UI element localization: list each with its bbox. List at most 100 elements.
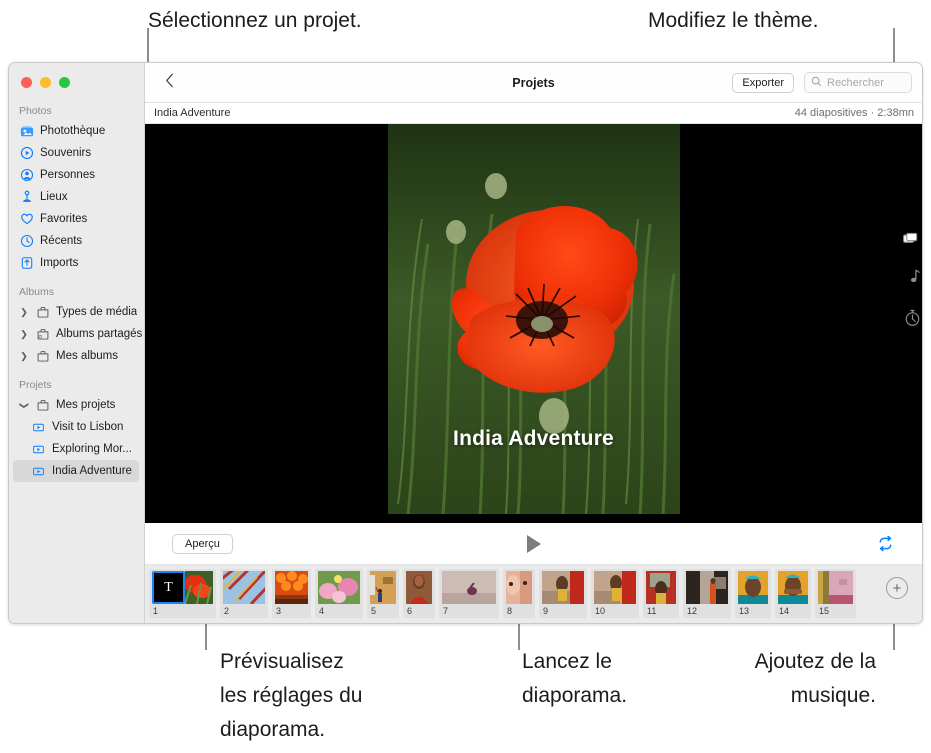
folder-icon [35,349,50,364]
sidebar-item-my-projects[interactable]: ❯ Mes projets [9,394,144,416]
sidebar-item-label: Favorites [40,213,87,225]
slide-number: 14 [778,604,808,618]
slide-number: 7 [442,604,496,618]
slide-thumb[interactable] [829,571,853,604]
sidebar-item-india-adventure[interactable]: India Adventure [13,460,139,482]
photos-app-window: Photos Photothèque Souvenirs Personnes L… [8,62,923,624]
slide-number: 3 [275,604,308,618]
toolbar-right-group: Exporter [732,72,922,93]
main-content: Projets Exporter India Adventure 44 diap… [145,63,922,623]
sidebar-section-photos: Photos [9,100,144,120]
list-item[interactable]: 11 [643,569,679,618]
slide-thumb[interactable] [406,571,432,604]
slide-thumb[interactable] [542,571,584,604]
list-item[interactable]: 3 [272,569,311,618]
sidebar-item-label: Mes albums [56,350,118,362]
sidebar-item-shared-albums[interactable]: ❯ Albums partagés [9,323,144,345]
sidebar-item-label: Imports [40,257,78,269]
sidebar-item-imports[interactable]: Imports [9,252,144,274]
export-button[interactable]: Exporter [732,73,794,93]
sidebar-item-recents[interactable]: Récents [9,230,144,252]
chevron-down-icon[interactable]: ❯ [19,400,30,410]
title-slide-thumb[interactable]: T [152,571,185,604]
play-icon[interactable] [527,535,541,553]
sidebar-item-favorites[interactable]: Favorites [9,208,144,230]
slide-thumb[interactable] [506,571,532,604]
zoom-button[interactable] [59,77,70,88]
slide-thumb[interactable] [185,571,213,604]
slideshow-preview[interactable]: India Adventure [145,124,922,523]
list-item[interactable]: 2 [220,569,268,618]
list-item[interactable]: 7 [439,569,499,618]
list-item[interactable]: 14 [775,569,811,618]
callout-start-slideshow: Lancez le diaporama. [522,645,627,713]
list-item[interactable]: 5 [367,569,399,618]
slide-thumb[interactable] [778,571,808,604]
sidebar-item-media-types[interactable]: ❯ Types de média [9,301,144,323]
sidebar-item-my-albums[interactable]: ❯ Mes albums [9,345,144,367]
slide-thumb[interactable] [646,571,676,604]
minimize-button[interactable] [40,77,51,88]
chevron-right-icon[interactable]: ❯ [19,351,29,362]
slide-thumb[interactable] [223,571,265,604]
slide-thumb[interactable] [442,571,496,604]
sidebar-item-photo-library[interactable]: Photothèque [9,120,144,142]
close-button[interactable] [21,77,32,88]
sidebar-item-label: Récents [40,235,82,247]
places-pin-icon [19,190,34,205]
sidebar-item-places[interactable]: Lieux [9,186,144,208]
title-slide-glyph: T [164,580,173,596]
sidebar-item-label: Visit to Lisbon [52,421,123,433]
music-note-icon[interactable] [905,269,920,291]
repeat-icon[interactable] [877,535,894,552]
list-item[interactable]: 6 [403,569,435,618]
import-icon [19,256,34,271]
filmstrip[interactable]: T 1 2 3 [145,565,922,623]
list-item[interactable]: 13 [735,569,771,618]
slide-thumb[interactable] [738,571,768,604]
list-item[interactable]: 12 [683,569,731,618]
slide-number: 15 [818,604,853,618]
window-traffic-lights [9,69,144,100]
preview-button[interactable]: Aperçu [172,534,233,554]
list-item[interactable]: 8 [503,569,535,618]
sidebar: Photos Photothèque Souvenirs Personnes L… [9,63,145,623]
search-field[interactable] [804,72,912,93]
chevron-right-icon[interactable]: ❯ [19,329,29,340]
slide-number: 9 [542,604,584,618]
sidebar-item-exploring-morocco[interactable]: Exploring Mor... [9,438,144,460]
list-item[interactable]: 10 [591,569,639,618]
add-slide-icon[interactable]: + [886,577,908,599]
slide-thumb[interactable] [594,571,636,604]
slideshow-icon [31,420,46,435]
screenshot-root: Sélectionnez un projet. Modifiez le thèm… [0,0,931,753]
slide-thumb[interactable] [818,571,829,604]
back-chevron-icon [165,73,174,93]
slide-thumb[interactable] [370,571,396,604]
theme-icon[interactable] [903,231,921,251]
slide-number: 8 [506,604,532,618]
slide-number: 2 [223,604,265,618]
sidebar-item-memories[interactable]: Souvenirs [9,142,144,164]
project-stats-label: 44 diapositives · 2:38mn [795,107,914,119]
search-input[interactable] [827,77,905,89]
preview-photo: India Adventure [388,124,680,523]
clock-icon [19,234,34,249]
slide-number: 5 [370,604,396,618]
sidebar-item-visit-to-lisbon[interactable]: Visit to Lisbon [9,416,144,438]
callout-select-project: Sélectionnez un projet. [148,4,362,38]
list-item[interactable]: 9 [539,569,587,618]
slide-number: 1 [152,604,213,618]
slide-thumb[interactable] [318,571,360,604]
list-item[interactable]: 4 [315,569,363,618]
duration-timer-icon[interactable] [904,309,921,332]
folder-icon [35,398,50,413]
slide-thumb[interactable] [275,571,308,604]
back-button[interactable] [155,71,183,95]
list-item[interactable]: T 1 [149,569,216,618]
sidebar-section-projects: Projets [9,367,144,394]
chevron-right-icon[interactable]: ❯ [19,307,29,318]
list-item[interactable]: 15 [815,569,856,618]
sidebar-item-people[interactable]: Personnes [9,164,144,186]
slide-thumb[interactable] [686,571,728,604]
